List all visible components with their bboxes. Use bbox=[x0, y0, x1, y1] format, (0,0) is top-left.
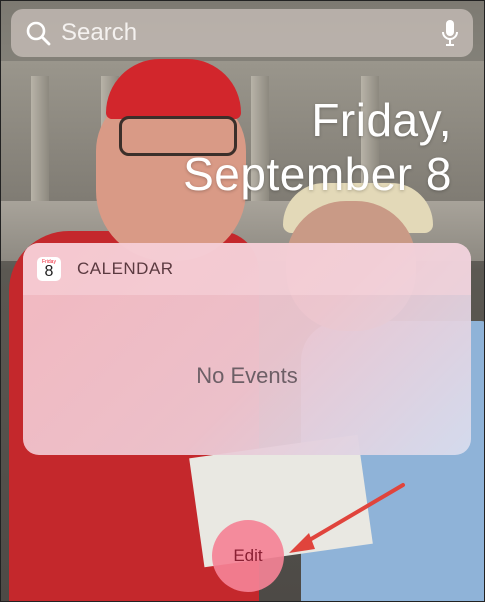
search-bar[interactable]: Search bbox=[11, 9, 473, 57]
calendar-widget[interactable]: Friday 8 CALENDAR No Events bbox=[23, 243, 471, 455]
no-events-message: No Events bbox=[196, 363, 298, 388]
widget-header: Friday 8 CALENDAR bbox=[23, 243, 471, 295]
screen: Search Friday, September 8 Friday 8 CALE… bbox=[0, 0, 485, 602]
calendar-icon: Friday 8 bbox=[37, 257, 61, 281]
microphone-icon[interactable] bbox=[441, 18, 459, 48]
search-icon bbox=[25, 20, 51, 46]
widget-title: CALENDAR bbox=[77, 259, 174, 278]
annotation-arrow-icon bbox=[289, 483, 405, 553]
edit-button[interactable]: Edit bbox=[212, 520, 284, 592]
date-display: Friday, September 8 bbox=[183, 93, 452, 201]
date-month-day: September 8 bbox=[183, 148, 452, 200]
date-weekday: Friday, bbox=[311, 94, 452, 146]
search-placeholder: Search bbox=[61, 19, 138, 46]
